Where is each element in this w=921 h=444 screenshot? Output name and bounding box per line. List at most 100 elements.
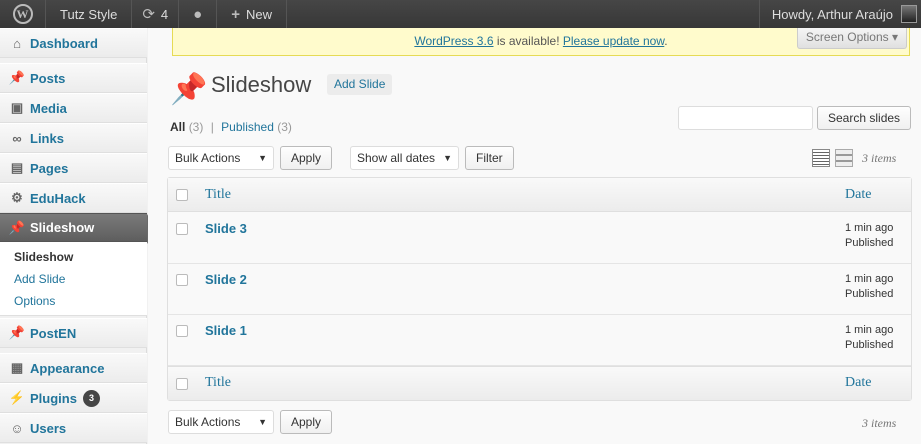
- pin-icon: 📌: [8, 219, 26, 235]
- wordpress-version-link[interactable]: WordPress 3.6: [414, 34, 493, 48]
- updates-link[interactable]: ⟳ 4: [132, 0, 180, 28]
- column-date[interactable]: Date: [845, 187, 871, 203]
- submenu-item-options[interactable]: Options: [14, 294, 55, 308]
- sidebar-item-label: Appearance: [30, 360, 105, 376]
- chevron-down-icon: ▼: [258, 417, 267, 427]
- sidebar-item-posten[interactable]: 📌 PostEN: [0, 318, 147, 348]
- update-now-link[interactable]: Please update now: [563, 34, 664, 48]
- column-title-footer[interactable]: Title: [205, 375, 231, 391]
- list-view-icon[interactable]: [812, 149, 830, 167]
- apply-button-bottom[interactable]: Apply: [280, 410, 333, 434]
- sidebar-item-links[interactable]: ∞ Links: [0, 123, 147, 153]
- page-title: Slideshow: [211, 72, 312, 97]
- sidebar-item-eduhack[interactable]: ⚙ EduHack: [0, 183, 147, 213]
- avatar: [901, 5, 917, 23]
- filter-all[interactable]: All: [170, 120, 185, 134]
- new-content-link[interactable]: + New: [217, 0, 287, 28]
- filter-separator: |: [210, 120, 214, 134]
- row-checkbox[interactable]: [176, 325, 188, 337]
- slides-table: Title Date Slide 3 1 min ago Published S…: [167, 177, 912, 401]
- search-input[interactable]: [678, 106, 813, 130]
- status-filters: All (3) | Published (3): [170, 120, 292, 134]
- submenu-item-slideshow[interactable]: Slideshow: [14, 250, 73, 264]
- row-date: 1 min ago Published: [845, 272, 893, 302]
- sidebar-item-label: Media: [30, 100, 67, 116]
- wordpress-icon: W: [12, 4, 33, 24]
- sidebar-item-label: Dashboard: [30, 35, 98, 51]
- sidebar-item-appearance[interactable]: ▦ Appearance: [0, 353, 147, 383]
- sidebar-item-label: Posts: [30, 70, 66, 86]
- filter-button[interactable]: Filter: [465, 146, 514, 170]
- pin-icon: 📌: [8, 70, 26, 85]
- select-all-checkbox-footer[interactable]: [176, 378, 188, 390]
- slide-title-link[interactable]: Slide 2: [205, 272, 247, 287]
- bulk-actions-select[interactable]: Bulk Actions ▼: [168, 146, 274, 170]
- new-label: New: [245, 6, 272, 22]
- date-status: Published: [845, 237, 894, 249]
- sidebar-item-label: PostEN: [30, 325, 77, 341]
- date-status: Published: [845, 339, 894, 351]
- sidebar-item-slideshow[interactable]: 📌 Slideshow: [0, 213, 156, 244]
- refresh-icon: ⟳: [142, 6, 155, 23]
- bulk-actions-value: Bulk Actions: [175, 151, 241, 165]
- sidebar-item-label: Plugins: [30, 390, 77, 406]
- row-checkbox[interactable]: [176, 223, 188, 235]
- slideshow-submenu: Slideshow Add Slide Options: [0, 242, 147, 316]
- date-status: Published: [845, 288, 894, 300]
- column-date-footer[interactable]: Date: [845, 375, 871, 391]
- items-count-bottom: 3 items: [862, 416, 897, 430]
- table-row: Slide 3 1 min ago Published: [168, 213, 911, 264]
- slide-title-link[interactable]: Slide 1: [205, 323, 247, 338]
- wordpress-logo-menu[interactable]: W: [0, 0, 46, 28]
- dates-select[interactable]: Show all dates ▼: [350, 146, 459, 170]
- sidebar-item-label: Slideshow: [30, 220, 95, 235]
- slide-title-link[interactable]: Slide 3: [205, 221, 247, 236]
- main-content: WordPress 3.6 is available! Please updat…: [148, 28, 921, 444]
- dashboard-icon: ⌂: [13, 35, 21, 51]
- notice-text: is available!: [493, 34, 563, 48]
- date-ago: 1 min ago: [845, 324, 894, 336]
- sidebar-item-plugins[interactable]: ⚡ Plugins 3: [0, 383, 147, 413]
- links-icon: ∞: [12, 130, 22, 146]
- bulk-actions-select-bottom[interactable]: Bulk Actions ▼: [168, 410, 274, 434]
- media-icon: ▣: [10, 100, 24, 115]
- column-title[interactable]: Title: [205, 187, 231, 203]
- screen-options-button[interactable]: Screen Options ▾: [796, 28, 907, 49]
- appearance-icon: ▦: [10, 360, 24, 375]
- sidebar-item-pages[interactable]: ▤ Pages: [0, 153, 147, 183]
- site-name: Tutz Style: [60, 6, 118, 22]
- gear-icon: ⚙: [11, 190, 23, 205]
- updates-count: 4: [160, 6, 169, 22]
- chevron-down-icon: ▼: [443, 153, 452, 163]
- date-ago: 1 min ago: [845, 222, 894, 234]
- users-icon: ☺: [10, 420, 24, 436]
- chevron-down-icon: ▼: [258, 153, 267, 163]
- plus-icon: +: [231, 5, 240, 23]
- sidebar-item-dashboard[interactable]: ⌂ Dashboard: [0, 28, 147, 58]
- filter-published[interactable]: Published: [221, 120, 274, 134]
- comments-link[interactable]: ●: [179, 0, 218, 28]
- pin-icon: 📌: [8, 325, 26, 340]
- submenu-item-add-slide[interactable]: Add Slide: [14, 272, 65, 286]
- search-slides-button[interactable]: Search slides: [817, 106, 912, 130]
- sidebar-item-posts[interactable]: 📌 Posts: [0, 63, 147, 93]
- sidebar-item-media[interactable]: ▣ Media: [0, 93, 147, 123]
- apply-button[interactable]: Apply: [280, 146, 333, 170]
- excerpt-view-icon[interactable]: [835, 149, 853, 167]
- my-account-link[interactable]: Howdy, Arthur Araújo: [758, 0, 921, 28]
- admin-sidebar: ⌂ Dashboard 📌 Posts ▣ Media ∞ Links ▤ Pa…: [0, 28, 156, 444]
- comment-bubble-icon: ●: [193, 5, 203, 23]
- pages-icon: ▤: [10, 160, 24, 175]
- sidebar-item-users[interactable]: ☺ Users: [0, 413, 147, 443]
- table-row: Slide 1 1 min ago Published: [168, 315, 911, 366]
- add-slide-button[interactable]: Add Slide: [327, 74, 393, 95]
- sidebar-item-label: Links: [30, 130, 64, 146]
- filter-published-count: (3): [277, 120, 292, 134]
- row-checkbox[interactable]: [176, 274, 188, 286]
- filter-all-count: (3): [188, 120, 204, 134]
- site-name-link[interactable]: Tutz Style: [46, 0, 133, 28]
- pin-icon: 📌: [170, 73, 208, 106]
- plugins-icon: ⚡: [8, 390, 26, 405]
- dates-value: Show all dates: [357, 151, 436, 165]
- select-all-checkbox[interactable]: [176, 189, 188, 201]
